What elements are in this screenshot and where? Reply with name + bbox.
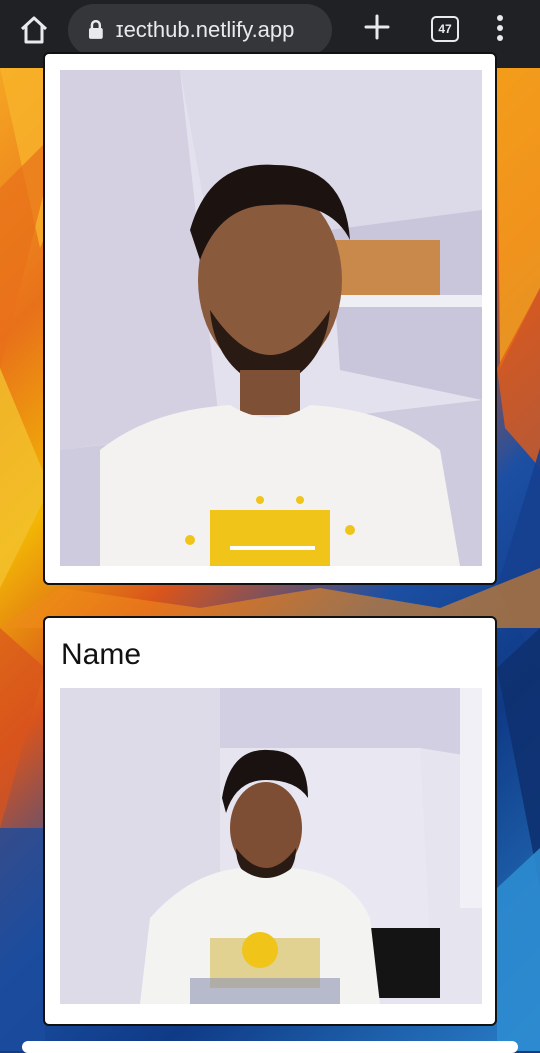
tabs-icon[interactable]: 47 xyxy=(431,16,459,42)
url-text: ɪecthub.netlify.app xyxy=(115,17,295,42)
next-card-edge xyxy=(22,1041,518,1053)
video-card xyxy=(43,52,497,585)
participant-name: Name xyxy=(61,638,142,671)
more-vert-icon[interactable] xyxy=(494,14,506,42)
tab-count: 47 xyxy=(438,22,452,36)
video-feed xyxy=(60,688,482,1004)
video-feed xyxy=(60,70,482,566)
video-card: Name xyxy=(43,616,497,1026)
lock-icon xyxy=(88,20,103,39)
plus-icon[interactable] xyxy=(362,12,392,42)
address-bar[interactable]: ɪecthub.netlify.app xyxy=(68,4,332,56)
home-icon[interactable] xyxy=(18,14,50,46)
